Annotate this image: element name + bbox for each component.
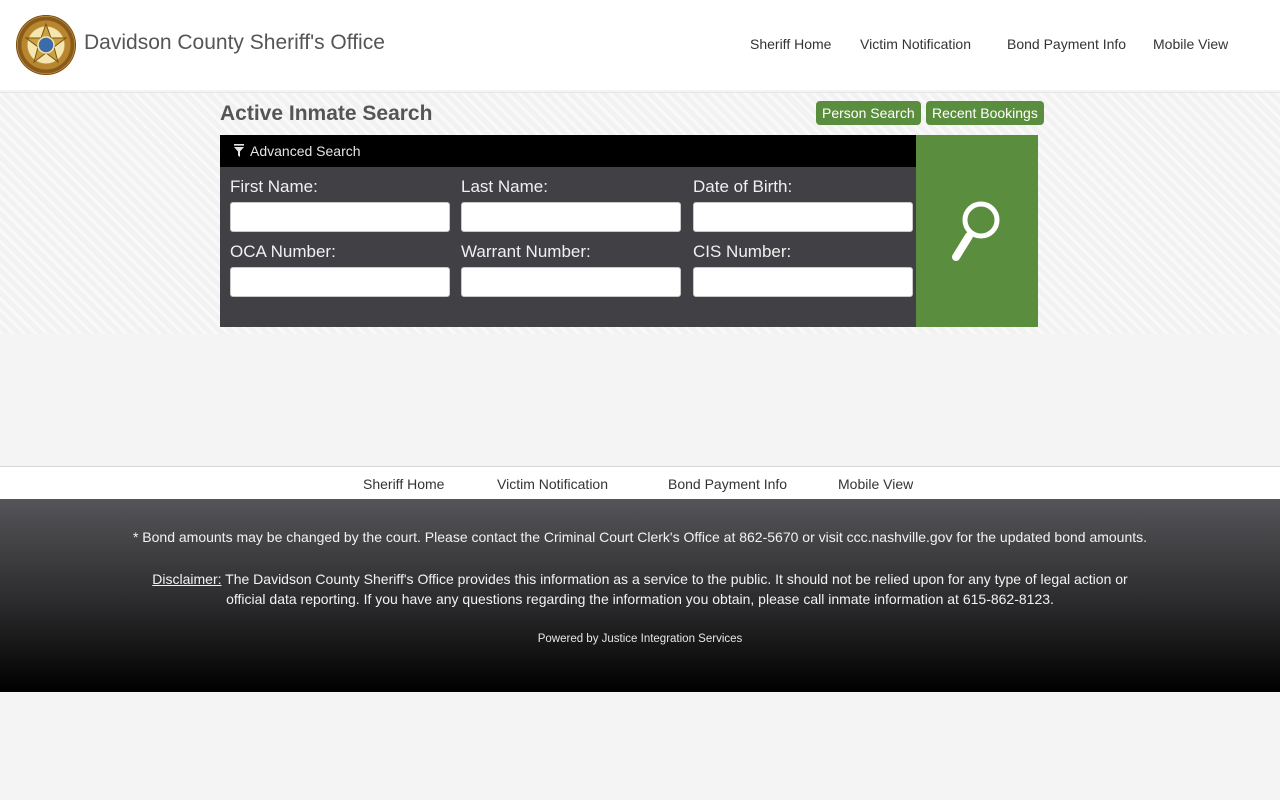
bond-note: * Bond amounts may be changed by the cou… xyxy=(132,529,1148,545)
search-form-panel: Advanced Search First Name: Last Name: D… xyxy=(220,135,916,327)
disclaimer: Disclaimer: The Davidson County Sheriff'… xyxy=(0,569,1280,609)
nav-mobile-view[interactable]: Mobile View xyxy=(1153,36,1228,52)
footer-nav-mobile-view[interactable]: Mobile View xyxy=(838,476,913,492)
recent-bookings-button[interactable]: Recent Bookings xyxy=(926,101,1044,125)
date-of-birth-label: Date of Birth: xyxy=(693,177,793,196)
disclaimer-label: Disclaimer: xyxy=(152,571,222,587)
advanced-search-label: Advanced Search xyxy=(250,143,361,159)
search-icon xyxy=(952,201,1000,261)
top-nav: Sheriff Home Victim Notification Bond Pa… xyxy=(0,36,1280,56)
footer-nav-sheriff-home[interactable]: Sheriff Home xyxy=(363,476,444,492)
last-name-label: Last Name: xyxy=(461,177,548,196)
date-of-birth-input[interactable] xyxy=(693,202,913,232)
first-name-input[interactable] xyxy=(230,202,450,232)
powered-by: Powered by Justice Integration Services xyxy=(537,633,743,645)
first-name-label: First Name: xyxy=(230,177,318,196)
warrant-number-label: Warrant Number: xyxy=(461,242,591,261)
footer-nav: Sheriff Home Victim Notification Bond Pa… xyxy=(0,466,1280,499)
oca-number-label: OCA Number: xyxy=(230,242,336,261)
nav-victim-notification[interactable]: Victim Notification xyxy=(860,36,971,52)
nav-bond-payment-info[interactable]: Bond Payment Info xyxy=(1007,36,1126,52)
cis-number-input[interactable] xyxy=(693,267,913,297)
advanced-search-toggle[interactable]: Advanced Search xyxy=(234,143,361,160)
person-search-button[interactable]: Person Search xyxy=(816,101,921,125)
advanced-search-bar: Advanced Search xyxy=(220,135,916,167)
warrant-number-input[interactable] xyxy=(461,267,681,297)
footer-nav-victim-notification[interactable]: Victim Notification xyxy=(497,476,608,492)
page-title: Active Inmate Search xyxy=(220,102,433,125)
oca-number-input[interactable] xyxy=(230,267,450,297)
search-submit-button[interactable] xyxy=(916,135,1038,327)
filter-icon xyxy=(234,144,244,160)
site-footer: * Bond amounts may be changed by the cou… xyxy=(0,499,1280,692)
nav-sheriff-home[interactable]: Sheriff Home xyxy=(750,36,831,52)
last-name-input[interactable] xyxy=(461,202,681,232)
cis-number-label: CIS Number: xyxy=(693,242,792,261)
footer-nav-bond-payment-info[interactable]: Bond Payment Info xyxy=(668,476,787,492)
disclaimer-text: The Davidson County Sheriff's Office pro… xyxy=(221,571,1128,607)
site-header: Davidson County Sheriff's Office Sheriff… xyxy=(0,0,1280,90)
